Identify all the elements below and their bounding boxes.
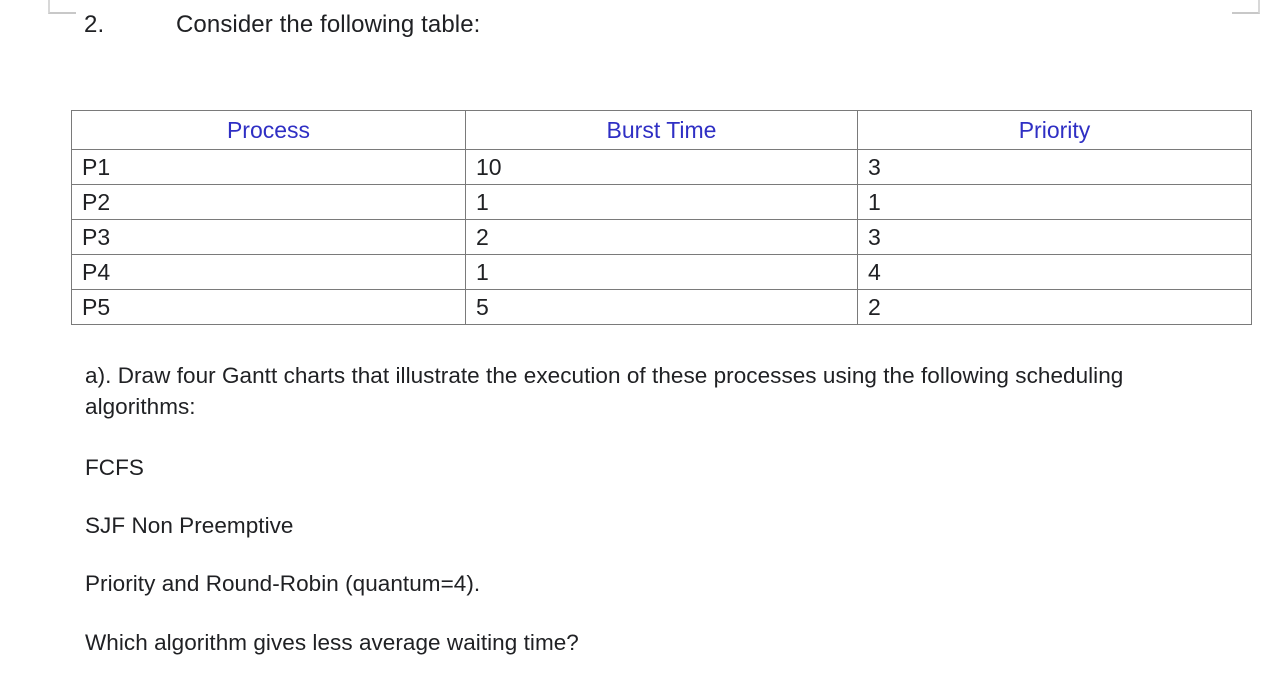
- cell-priority: 3: [857, 219, 1252, 255]
- cell-burst-time: 2: [465, 219, 858, 255]
- column-header-priority: Priority: [857, 110, 1252, 150]
- page-corner-mark-right: [1232, 0, 1260, 14]
- cell-process: P5: [71, 289, 466, 325]
- cell-process: P4: [71, 254, 466, 290]
- cell-burst-time: 1: [465, 254, 858, 290]
- question-heading: 2. Consider the following table:: [84, 8, 480, 42]
- process-table: Process Burst Time Priority P1 10 3 P2 1…: [71, 110, 1252, 325]
- part-a-instruction: a). Draw four Gantt charts that illustra…: [85, 363, 1124, 419]
- cell-burst-time: 10: [465, 149, 858, 185]
- cell-burst-time: 1: [465, 184, 858, 220]
- table-row: P3 2 3: [71, 219, 1252, 255]
- page-corner-mark-left: [48, 0, 76, 14]
- table-row: P2 1 1: [71, 184, 1252, 220]
- cell-burst-time: 5: [465, 289, 858, 325]
- table-header-row: Process Burst Time Priority: [71, 110, 1252, 150]
- table-row: P1 10 3: [71, 149, 1252, 185]
- question-prompt: Consider the following table:: [176, 11, 481, 38]
- algorithm-priority-round-robin: Priority and Round-Robin (quantum=4).: [85, 571, 481, 596]
- question-number: 2.: [84, 11, 105, 38]
- column-header-process: Process: [71, 110, 466, 150]
- cell-priority: 2: [857, 289, 1252, 325]
- algorithm-sjf: SJF Non Preemptive: [85, 513, 294, 538]
- cell-priority: 1: [857, 184, 1252, 220]
- column-header-burst-time: Burst Time: [465, 110, 858, 150]
- table-row: P5 5 2: [71, 289, 1252, 325]
- final-question: Which algorithm gives less average waiti…: [85, 630, 579, 655]
- cell-process: P3: [71, 219, 466, 255]
- table-row: P4 1 4: [71, 254, 1252, 290]
- cell-process: P2: [71, 184, 466, 220]
- cell-priority: 3: [857, 149, 1252, 185]
- cell-priority: 4: [857, 254, 1252, 290]
- cell-process: P1: [71, 149, 466, 185]
- algorithm-fcfs: FCFS: [85, 455, 144, 480]
